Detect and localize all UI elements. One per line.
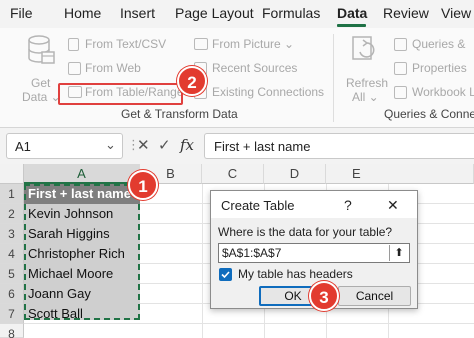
tab-insert[interactable]: Insert — [120, 5, 155, 21]
ribbon: Get Data ⌄ From Text/CSV From Web From T… — [0, 28, 474, 128]
from-web-button[interactable]: From Web — [66, 60, 186, 78]
tab-home[interactable]: Home — [64, 5, 101, 21]
cancel-button[interactable]: Cancel — [338, 286, 411, 306]
tab-review[interactable]: Review — [383, 5, 429, 21]
from-picture-label: From Picture ⌄ — [212, 37, 295, 51]
gridline — [202, 184, 203, 338]
help-icon[interactable]: ? — [344, 197, 352, 213]
row-header-1[interactable]: 1 — [0, 184, 24, 204]
row-header-7[interactable]: 7 — [0, 304, 24, 324]
group-label-get-transform: Get & Transform Data — [121, 107, 238, 121]
select-all-corner[interactable] — [0, 164, 24, 184]
from-text-csv-button[interactable]: From Text/CSV — [66, 36, 186, 54]
refresh-icon — [352, 36, 375, 60]
formula-content: First + last name — [214, 139, 311, 154]
range-input-value: $A$1:$A$7 — [222, 246, 282, 260]
workbook-links-icon — [394, 86, 407, 99]
workbook-links-button[interactable]: Workbook L — [392, 84, 474, 102]
close-icon[interactable]: ✕ — [387, 197, 399, 214]
active-tab-indicator — [337, 24, 366, 27]
headers-checkbox[interactable] — [219, 268, 232, 281]
workbook-links-label: Workbook L — [412, 85, 474, 99]
headers-checkbox-label[interactable]: My table has headers — [238, 267, 353, 281]
dialog-title: Create Table — [221, 198, 295, 213]
cell-a7[interactable]: Scott Ball — [26, 304, 138, 324]
get-data-label-line2: Data ⌄ — [22, 90, 61, 104]
existing-connections-button[interactable]: Existing Connections — [192, 84, 327, 102]
web-page-icon — [68, 62, 81, 75]
step-badge-2: 2 — [177, 66, 207, 96]
refresh-all-label-line1: Refresh — [346, 76, 389, 90]
name-box[interactable]: A1 ⌄ — [6, 133, 123, 159]
group-label-queries: Queries & Connect — [384, 107, 474, 121]
row-header-6[interactable]: 6 — [0, 284, 24, 304]
column-header-d[interactable]: D — [264, 164, 326, 184]
formula-input[interactable]: First + last name — [204, 133, 474, 159]
insert-function-icon[interactable]: fx — [180, 136, 194, 154]
column-header-e[interactable]: E — [326, 164, 474, 184]
tab-file[interactable]: File — [10, 5, 33, 21]
chevron-down-icon[interactable]: ⌄ — [105, 137, 116, 153]
step-badge-3: 3 — [309, 281, 339, 311]
formula-bar: A1 ⌄ ⋮ ✕ ✓ fx First + last name — [0, 128, 474, 164]
existing-connections-label: Existing Connections — [212, 85, 325, 99]
from-picture-button[interactable]: From Picture ⌄ — [192, 36, 302, 54]
text-file-icon — [68, 38, 79, 51]
properties-label: Properties — [412, 61, 467, 75]
row-header-4[interactable]: 4 — [0, 244, 24, 264]
row-header-5[interactable]: 5 — [0, 264, 24, 284]
cancel-icon[interactable]: ✕ — [137, 136, 150, 154]
queries-connections-label: Queries & — [412, 37, 466, 51]
recent-sources-button[interactable]: Recent Sources — [192, 60, 302, 78]
from-web-label: From Web — [85, 61, 141, 75]
dialog-title-bar[interactable]: Create Table ? ✕ — [211, 191, 417, 218]
name-box-value: A1 — [15, 139, 31, 154]
queries-icon — [394, 38, 407, 51]
tab-page-layout[interactable]: Page Layout — [175, 5, 254, 21]
cell-a5[interactable]: Michael Moore — [26, 264, 138, 284]
checkmark-icon — [221, 271, 230, 279]
column-header-a[interactable]: A — [24, 164, 140, 184]
row-header-3[interactable]: 3 — [0, 224, 24, 244]
tab-formulas[interactable]: Formulas — [262, 5, 320, 21]
tab-data[interactable]: Data — [337, 5, 367, 21]
properties-button[interactable]: Properties — [392, 60, 474, 78]
collapse-dialog-icon[interactable]: ⬆ — [389, 245, 408, 261]
from-table-range-highlight — [58, 83, 183, 105]
refresh-all-button[interactable]: Refresh All ⌄ — [342, 34, 389, 104]
cell-a6[interactable]: Joann Gay — [26, 284, 138, 304]
step-badge-1: 1 — [128, 170, 158, 200]
cell-a1[interactable]: First + last name — [26, 184, 138, 204]
cell-a3[interactable]: Sarah Higgins — [26, 224, 138, 244]
dialog-prompt: Where is the data for your table? — [218, 225, 393, 239]
cell-a4[interactable]: Christopher Rich — [26, 244, 138, 264]
database-icon — [28, 35, 55, 64]
cell-a2[interactable]: Kevin Johnson — [26, 204, 138, 224]
from-text-csv-label: From Text/CSV — [85, 37, 167, 51]
tab-view[interactable]: View — [441, 5, 471, 21]
queries-connections-button[interactable]: Queries & — [392, 36, 474, 54]
recent-sources-label: Recent Sources — [212, 61, 298, 75]
ribbon-separator — [333, 34, 334, 122]
row-header-8[interactable]: 8 — [0, 324, 24, 338]
column-header-c[interactable]: C — [202, 164, 264, 184]
range-input[interactable]: $A$1:$A$7 ⬆ — [218, 243, 410, 263]
properties-icon — [394, 62, 407, 75]
row-header-2[interactable]: 2 — [0, 204, 24, 224]
get-data-label-line1: Get — [31, 76, 51, 90]
refresh-all-label-line2: All ⌄ — [352, 90, 379, 104]
picture-icon — [194, 38, 208, 50]
menu-bar: File Home Insert Page Layout Formulas Da… — [0, 0, 474, 28]
enter-icon[interactable]: ✓ — [158, 136, 171, 154]
